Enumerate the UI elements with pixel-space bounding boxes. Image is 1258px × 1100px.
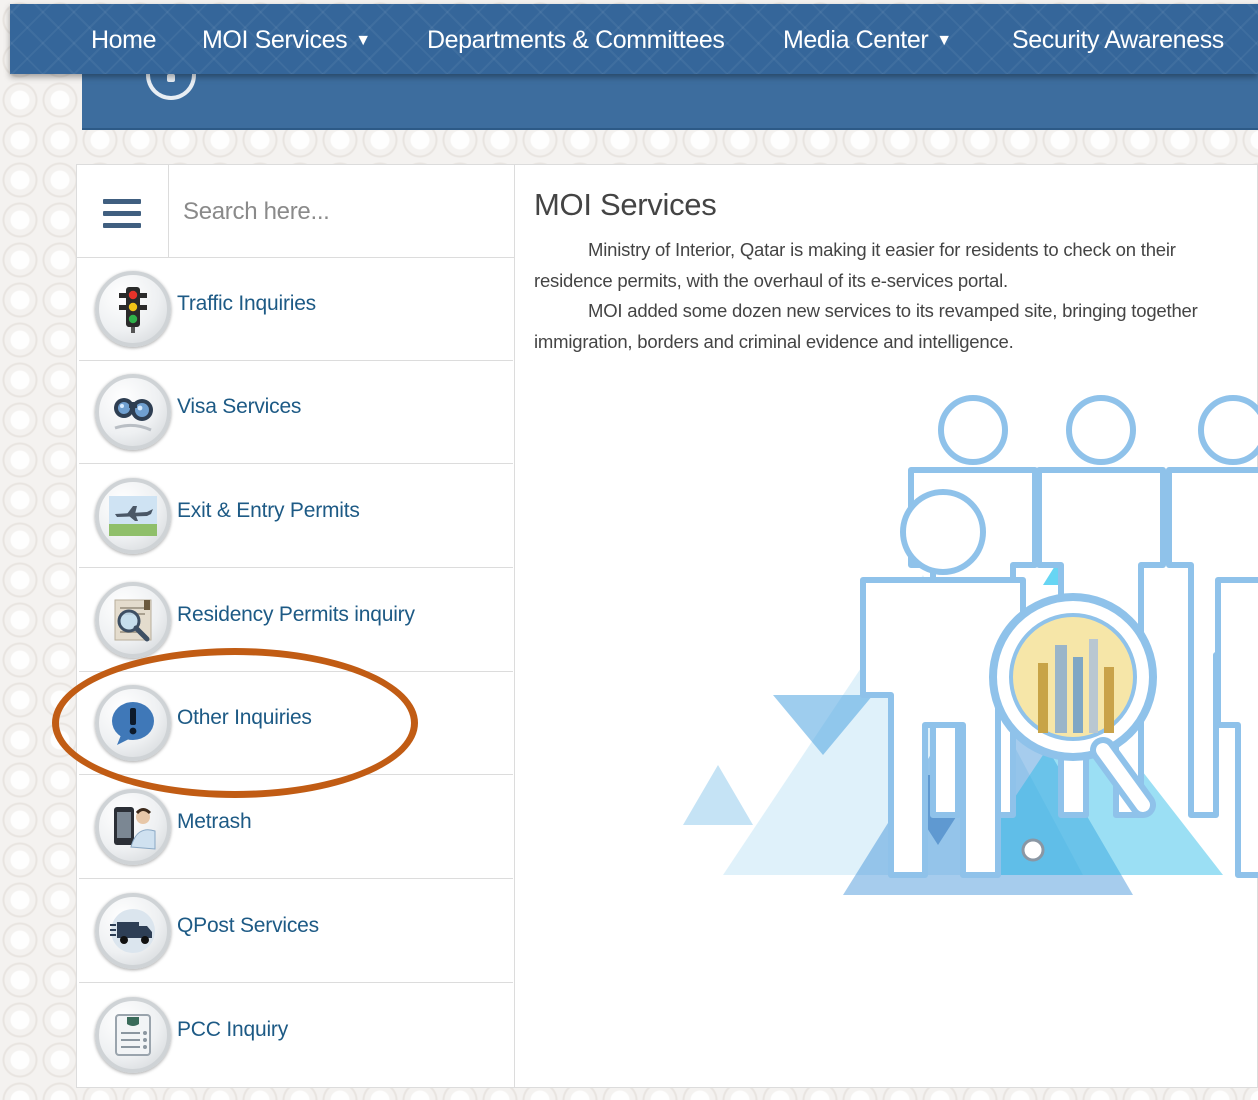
sidebar-item-label: Residency Permits inquiry — [177, 603, 415, 626]
sidebar-item-traffic-inquiries[interactable]: Traffic Inquiries — [79, 258, 513, 361]
sidebar-item-label: Traffic Inquiries — [177, 292, 316, 315]
nav-security-awareness-label: Security Awareness — [1012, 26, 1224, 54]
sidebar-item-label: Other Inquiries — [177, 706, 312, 729]
sidebar-item-qpost-services[interactable]: QPost Services — [79, 880, 513, 983]
sidebar-item-label: Exit & Entry Permits — [177, 499, 360, 522]
phone-user-icon — [95, 789, 171, 865]
content-area: MOI Services Ministry of Interior, Qatar… — [533, 165, 1258, 1087]
services-sidebar: Traffic Inquiries Visa Services Exit & E… — [77, 165, 515, 1087]
chevron-down-icon: ▼ — [355, 32, 371, 49]
nav-departments-committees[interactable]: Departments & Committees — [427, 22, 725, 58]
page-title: MOI Services — [534, 187, 717, 222]
content-description: Ministry of Interior, Qatar is making it… — [534, 235, 1258, 357]
description-line: Ministry of Interior, Qatar is making it… — [588, 239, 1176, 260]
sidebar-item-pcc-inquiry[interactable]: PCC Inquiry — [79, 984, 513, 1086]
magnifier-document-icon — [95, 582, 171, 658]
nav-media-center-label: Media Center — [783, 26, 929, 54]
top-nav-bar: Home MOI Services ▼ Departments & Committ… — [10, 4, 1258, 74]
sidebar-item-other-inquiries[interactable]: Other Inquiries — [79, 672, 513, 775]
sidebar-item-residency-permits-inquiry[interactable]: Residency Permits inquiry — [79, 569, 513, 672]
main-panel: Traffic Inquiries Visa Services Exit & E… — [76, 164, 1258, 1088]
sidebar-item-label: Visa Services — [177, 395, 302, 418]
people-magnifier-illustration — [683, 395, 1258, 895]
sidebar-item-label: Metrash — [177, 810, 252, 833]
delivery-truck-icon — [95, 893, 171, 969]
header-banner — [82, 72, 1258, 130]
sidebar-item-exit-entry-permits[interactable]: Exit & Entry Permits — [79, 465, 513, 568]
nav-home[interactable]: Home — [91, 22, 156, 58]
nav-departments-label: Departments & Committees — [427, 26, 725, 54]
nav-media-center[interactable]: Media Center ▼ — [783, 22, 952, 58]
binoculars-icon — [95, 374, 171, 450]
sidebar-item-label: PCC Inquiry — [177, 1018, 289, 1041]
sidebar-search-row — [77, 165, 514, 258]
nav-moi-services-label: MOI Services — [202, 26, 348, 54]
search-input[interactable] — [181, 189, 505, 235]
description-line: residence permits, with the overhaul of … — [534, 269, 1008, 291]
chevron-down-icon: ▼ — [936, 32, 952, 49]
sidebar-item-visa-services[interactable]: Visa Services — [79, 361, 513, 464]
airplane-icon — [95, 478, 171, 554]
exclamation-bubble-icon — [95, 685, 171, 761]
description-line: immigration, borders and criminal eviden… — [534, 330, 1014, 352]
traffic-light-icon — [95, 271, 171, 347]
nav-moi-services[interactable]: MOI Services ▼ — [202, 22, 371, 58]
certificate-icon — [95, 997, 171, 1073]
hamburger-menu-icon[interactable] — [77, 165, 169, 257]
nav-home-label: Home — [91, 26, 157, 54]
nav-security-awareness[interactable]: Security Awareness — [1012, 22, 1224, 58]
description-line: MOI added some dozen new services to its… — [588, 300, 1198, 321]
sidebar-item-label: QPost Services — [177, 914, 319, 937]
sidebar-item-metrash[interactable]: Metrash — [79, 776, 513, 879]
